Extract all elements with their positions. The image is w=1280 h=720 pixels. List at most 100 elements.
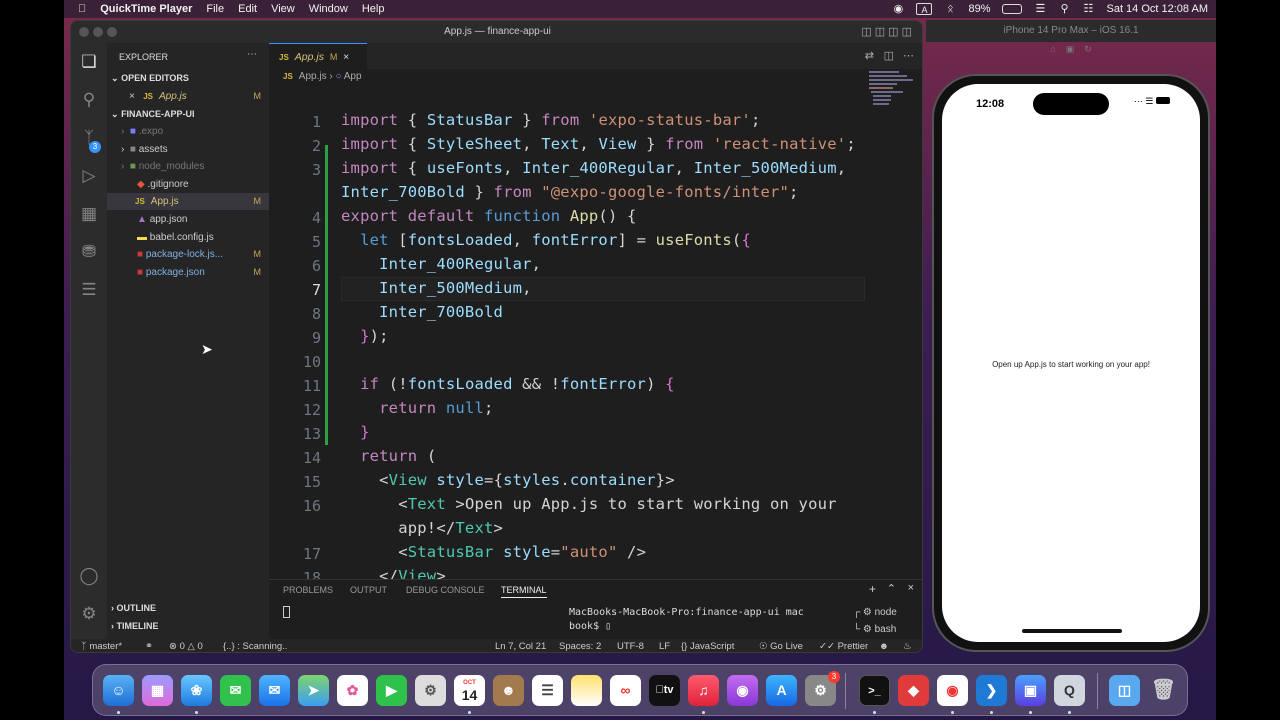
messages-icon[interactable]: ✉ [220, 675, 251, 706]
tab-problems[interactable]: PROBLEMS [283, 585, 333, 595]
prettier-status[interactable]: ✓✓ Prettier [819, 639, 868, 652]
compare-icon[interactable]: ⇄ [865, 49, 874, 62]
finder-icon[interactable]: ☺ [103, 675, 134, 706]
file-app-js[interactable]: JS App.js M [107, 193, 269, 210]
file-app-json[interactable]: ▲ app.json [107, 211, 269, 228]
menu-window[interactable]: Window [309, 3, 348, 15]
input-source-icon[interactable]: A [916, 3, 933, 15]
problems-status[interactable]: ⊗ 0 △ 0 [169, 639, 203, 652]
menu-datetime[interactable]: Sat 14 Oct 12:08 AM [1106, 3, 1208, 15]
menu-file[interactable]: File [206, 3, 224, 15]
home-indicator[interactable] [1022, 629, 1122, 633]
safari-icon[interactable]: ❀ [181, 675, 212, 706]
indent-status[interactable]: Spaces: 2 [559, 639, 601, 652]
extensions-icon[interactable]: ▦ [78, 203, 100, 225]
apple-icon[interactable]:  [78, 3, 86, 15]
iphone-screen[interactable]: 12:08 ⋯ ☰ Open up App.js to start workin… [942, 84, 1200, 642]
file-gitignore[interactable]: ◆ .gitignore [107, 176, 269, 193]
control-center-icon[interactable]: ☷ [1082, 3, 1094, 15]
tab-terminal[interactable]: TERMINAL [501, 585, 547, 598]
notes-icon[interactable] [571, 675, 602, 706]
gear-icon[interactable]: ⚙ [78, 603, 100, 625]
record-icon[interactable]: ◉ [892, 3, 904, 15]
menu-app-name[interactable]: QuickTime Player [100, 3, 192, 15]
scanning-status[interactable]: {..} : Scanning.. [223, 639, 287, 652]
terminal-icon[interactable]: >_ [859, 675, 890, 706]
window-close-button[interactable] [79, 27, 89, 37]
menu-view[interactable]: View [271, 3, 295, 15]
system-preferences-icon[interactable]: ⚙ [415, 675, 446, 706]
timeline-section[interactable]: › TIMELINE [107, 618, 269, 635]
downloads-folder-icon[interactable]: ◫ [1109, 675, 1140, 706]
podcasts-icon[interactable]: ◉ [727, 675, 758, 706]
quicktime-icon[interactable]: Q [1054, 675, 1085, 706]
tab-debug-console[interactable]: DEBUG CONSOLE [406, 585, 485, 595]
reminders-icon[interactable]: ☰ [532, 675, 563, 706]
tab-output[interactable]: OUTPUT [350, 585, 387, 595]
eol-status[interactable]: LF [659, 639, 670, 652]
terminal-output[interactable]: MacBooks-MacBook-Pro:finance-app-ui mac b… [569, 606, 829, 634]
calendar-icon[interactable]: OCT 14 [454, 675, 485, 706]
contacts-icon[interactable]: ☻ [493, 675, 524, 706]
file-node-modules[interactable]: › ■ node_modules [107, 158, 269, 175]
app-store-icon[interactable]: A [766, 675, 797, 706]
rotate-icon[interactable]: ↻ [1084, 44, 1092, 54]
window-zoom-button[interactable] [107, 27, 117, 37]
open-editor-item[interactable]: × JS App.js M [107, 88, 269, 105]
cursor-position[interactable]: Ln 7, Col 21 [495, 639, 546, 652]
battery-icon[interactable] [1002, 4, 1023, 14]
split-editor-icon[interactable]: ◫ [884, 49, 894, 62]
music-icon[interactable]: ♫ [688, 675, 719, 706]
search-icon[interactable]: ⚲ [78, 89, 100, 111]
close-icon[interactable]: × [129, 91, 135, 102]
open-editors-header[interactable]: ⌄ OPEN EDITORS [107, 70, 269, 87]
window-minimize-button[interactable] [93, 27, 103, 37]
add-terminal-icon[interactable]: + [869, 582, 876, 596]
project-folder-header[interactable]: ⌄ FINANCE-APP-UI [107, 106, 269, 123]
notifications-icon[interactable]: ♨ [903, 639, 912, 652]
file-expo[interactable]: › ■ .expo [107, 123, 269, 140]
file-babel-config[interactable]: ▬ babel.config.js [107, 229, 269, 246]
bluetooth-icon[interactable]: ᛟ [944, 3, 956, 15]
file-assets[interactable]: › ■ assets [107, 141, 269, 158]
mail-icon[interactable]: ✉ [259, 675, 290, 706]
more-actions-icon[interactable]: ⋯ [903, 49, 914, 62]
simulator-icon[interactable]: ▣ [1015, 675, 1046, 706]
file-package-lock[interactable]: ■ package-lock.js... M [107, 246, 269, 263]
close-panel-icon[interactable]: × [908, 582, 914, 594]
terminal-list-item[interactable]: ┌ ⚙ node [853, 604, 897, 621]
screenshot-icon[interactable]: ▣ [1066, 44, 1075, 54]
terminal-list-item[interactable]: └ ⚙ bash [853, 621, 897, 638]
outline-section[interactable]: › OUTLINE [107, 600, 269, 617]
trash-icon[interactable]: 🗑 [1148, 675, 1179, 706]
menu-edit[interactable]: Edit [238, 3, 257, 15]
apple-tv-icon[interactable]: tv [649, 675, 680, 706]
more-actions-icon[interactable]: ⋯ [247, 49, 257, 60]
tab-app-js[interactable]: JS App.js M × [269, 43, 367, 69]
language-status[interactable]: {} JavaScript [681, 639, 734, 652]
go-live-button[interactable]: ☉ Go Live [759, 639, 803, 652]
maximize-panel-icon[interactable]: ⌃ [887, 582, 896, 595]
git-app-icon[interactable]: ◆ [898, 675, 929, 706]
launchpad-icon[interactable]: ▦ [142, 675, 173, 706]
feedback-icon[interactable]: ☻ [879, 639, 889, 652]
database-icon[interactable]: ⛃ [78, 241, 100, 263]
close-icon[interactable]: × [343, 51, 349, 63]
breadcrumb-file[interactable]: App.js [299, 71, 327, 82]
code-editor[interactable]: JS App.js M × ⇄ ◫ ⋯ JS App.js › ○ App 1234… [269, 43, 922, 587]
run-debug-icon[interactable]: ▷ [78, 165, 100, 187]
explorer-icon[interactable]: ❏ [78, 51, 100, 73]
wifi-icon[interactable]: ☰ [1034, 3, 1046, 15]
layers-icon[interactable]: ☰ [78, 279, 100, 301]
breadcrumb-symbol[interactable]: App [344, 71, 362, 82]
account-icon[interactable]: ◯ [78, 565, 100, 587]
home-icon[interactable]: ⌂ [1050, 44, 1055, 54]
facetime-icon[interactable]: ▶ [376, 675, 407, 706]
freeform-icon[interactable]: ∞ [610, 675, 641, 706]
battery-percent[interactable]: 89% [968, 3, 990, 15]
sync-icon[interactable]: ⚭ [145, 639, 153, 652]
menu-help[interactable]: Help [362, 3, 385, 15]
encoding-status[interactable]: UTF-8 [617, 639, 644, 652]
maps-icon[interactable]: ➤ [298, 675, 329, 706]
minimap[interactable] [867, 69, 917, 119]
